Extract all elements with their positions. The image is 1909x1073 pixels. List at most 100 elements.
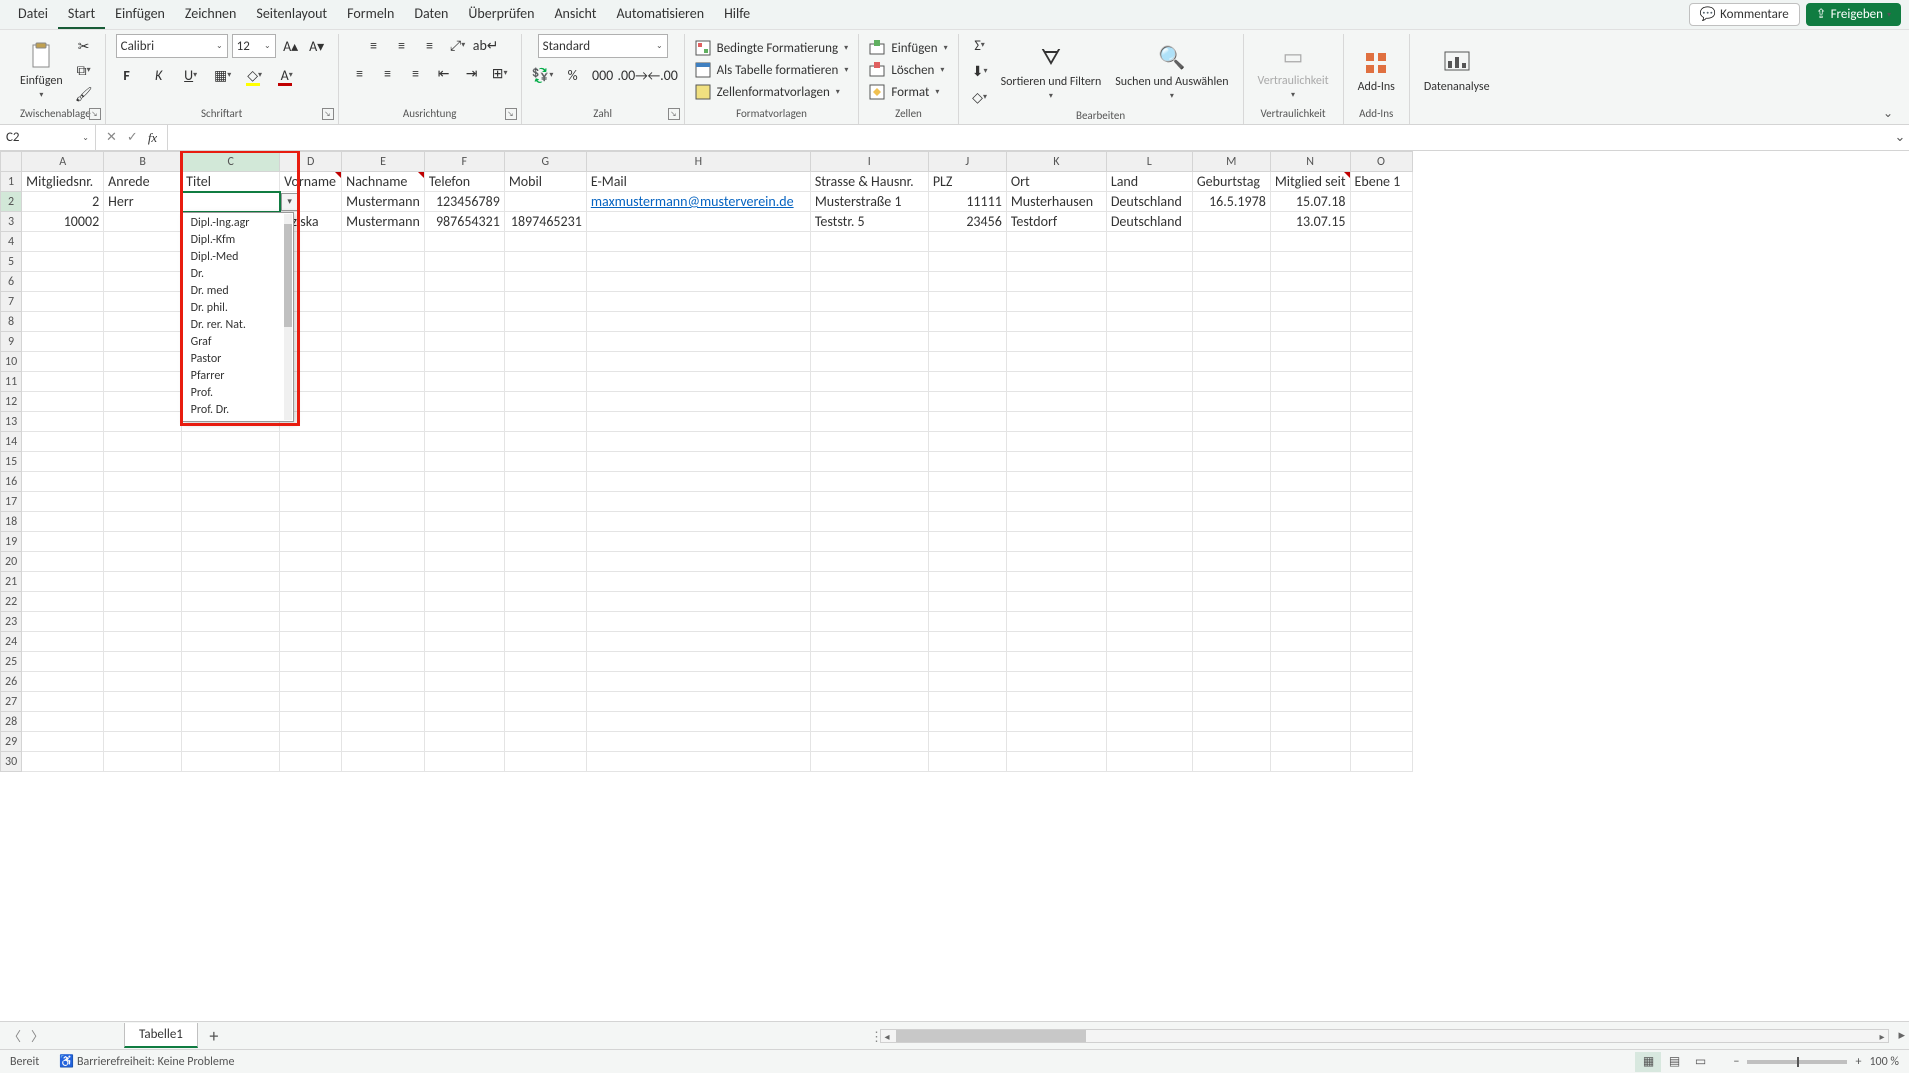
cell[interactable] — [810, 452, 928, 472]
horizontal-scrollbar[interactable]: ◂ ▸ — [880, 1029, 1889, 1043]
cell[interactable] — [1192, 592, 1270, 612]
column-header-A[interactable]: A — [22, 152, 104, 172]
cell[interactable] — [424, 752, 504, 772]
cell[interactable] — [424, 732, 504, 752]
cell[interactable] — [1270, 352, 1350, 372]
cell[interactable] — [104, 272, 182, 292]
cell[interactable] — [928, 372, 1006, 392]
cell[interactable]: PLZ — [928, 172, 1006, 192]
addins-button[interactable]: Add-Ins — [1354, 47, 1399, 94]
dropdown-option[interactable]: Graf — [183, 334, 293, 351]
dropdown-option[interactable]: Dipl.-Kfm — [183, 232, 293, 249]
cell[interactable] — [1006, 752, 1106, 772]
cell[interactable] — [104, 212, 182, 232]
cell[interactable] — [928, 412, 1006, 432]
row-header-17[interactable]: 17 — [1, 492, 22, 512]
cell[interactable] — [810, 612, 928, 632]
cell[interactable] — [1106, 492, 1192, 512]
conditional-format-button[interactable]: Bedingte Formatierung ▾ — [695, 39, 848, 57]
cell[interactable] — [342, 232, 425, 252]
menu-seitenlayout[interactable]: Seitenlayout — [246, 0, 337, 29]
cell[interactable] — [342, 652, 425, 672]
cell[interactable] — [104, 592, 182, 612]
dropdown-option[interactable]: Dipl.-Ing.agr — [183, 215, 293, 232]
cell[interactable] — [182, 432, 280, 452]
cell[interactable] — [504, 672, 586, 692]
cell[interactable] — [1006, 612, 1106, 632]
cell[interactable] — [22, 412, 104, 432]
cell[interactable] — [342, 332, 425, 352]
fill-color-button[interactable]: ◇ ▾ — [244, 64, 266, 86]
cell[interactable] — [928, 512, 1006, 532]
cell[interactable] — [424, 712, 504, 732]
cell[interactable] — [1350, 692, 1412, 712]
cell[interactable] — [1350, 232, 1412, 252]
cell[interactable] — [22, 292, 104, 312]
cell[interactable] — [810, 632, 928, 652]
cell[interactable] — [104, 692, 182, 712]
cell[interactable] — [1006, 592, 1106, 612]
cell[interactable] — [586, 532, 810, 552]
cell[interactable] — [928, 612, 1006, 632]
cell[interactable] — [280, 572, 342, 592]
cell[interactable] — [1192, 332, 1270, 352]
cell[interactable] — [1350, 212, 1412, 232]
cell[interactable] — [586, 252, 810, 272]
cancel-formula-icon[interactable]: ✕ — [102, 130, 121, 145]
cell[interactable] — [22, 512, 104, 532]
cell[interactable] — [182, 752, 280, 772]
prev-sheet-button[interactable]: 〈 — [8, 1026, 21, 1045]
cell[interactable] — [280, 472, 342, 492]
row-header-13[interactable]: 13 — [1, 412, 22, 432]
cell[interactable] — [1006, 672, 1106, 692]
cell[interactable] — [1270, 492, 1350, 512]
menu-einfügen[interactable]: Einfügen — [105, 0, 175, 29]
row-header-19[interactable]: 19 — [1, 532, 22, 552]
cell[interactable] — [586, 352, 810, 372]
cell[interactable] — [1006, 252, 1106, 272]
percent-button[interactable]: % — [562, 64, 584, 86]
row-header-2[interactable]: 2 — [1, 192, 22, 212]
cell[interactable] — [1192, 432, 1270, 452]
cell[interactable] — [1006, 552, 1106, 572]
cell[interactable] — [504, 692, 586, 712]
cell[interactable] — [1006, 492, 1106, 512]
cell[interactable] — [1270, 472, 1350, 492]
cell[interactable] — [810, 672, 928, 692]
cell[interactable] — [504, 232, 586, 252]
cell[interactable] — [504, 712, 586, 732]
row-header-23[interactable]: 23 — [1, 612, 22, 632]
cell[interactable] — [504, 512, 586, 532]
cell[interactable] — [504, 652, 586, 672]
cell[interactable] — [586, 212, 810, 232]
cell[interactable] — [342, 392, 425, 412]
cell[interactable] — [1006, 372, 1106, 392]
cell[interactable] — [1106, 352, 1192, 372]
dropdown-scrollbar[interactable] — [284, 214, 292, 420]
row-header-22[interactable]: 22 — [1, 592, 22, 612]
cell[interactable] — [1192, 412, 1270, 432]
cell[interactable] — [1106, 752, 1192, 772]
cell[interactable] — [1270, 412, 1350, 432]
cell[interactable] — [1192, 752, 1270, 772]
cell[interactable] — [104, 332, 182, 352]
menu-ansicht[interactable]: Ansicht — [544, 0, 606, 29]
cell[interactable] — [504, 532, 586, 552]
cell[interactable]: Musterhausen — [1006, 192, 1106, 212]
cell[interactable] — [22, 312, 104, 332]
cell[interactable] — [1106, 632, 1192, 652]
cell[interactable] — [104, 732, 182, 752]
cell[interactable] — [424, 672, 504, 692]
cell[interactable] — [1106, 332, 1192, 352]
cell[interactable] — [1270, 272, 1350, 292]
cell[interactable] — [182, 572, 280, 592]
decrease-font-button[interactable]: A▾ — [306, 35, 328, 57]
increase-font-button[interactable]: A▴ — [280, 35, 302, 57]
add-sheet-button[interactable]: + — [202, 1025, 226, 1047]
cell[interactable] — [1006, 712, 1106, 732]
cell[interactable] — [1006, 352, 1106, 372]
cell[interactable] — [1192, 512, 1270, 532]
cell[interactable] — [928, 292, 1006, 312]
column-header-N[interactable]: N — [1270, 152, 1350, 172]
accept-formula-icon[interactable]: ✓ — [123, 130, 142, 145]
